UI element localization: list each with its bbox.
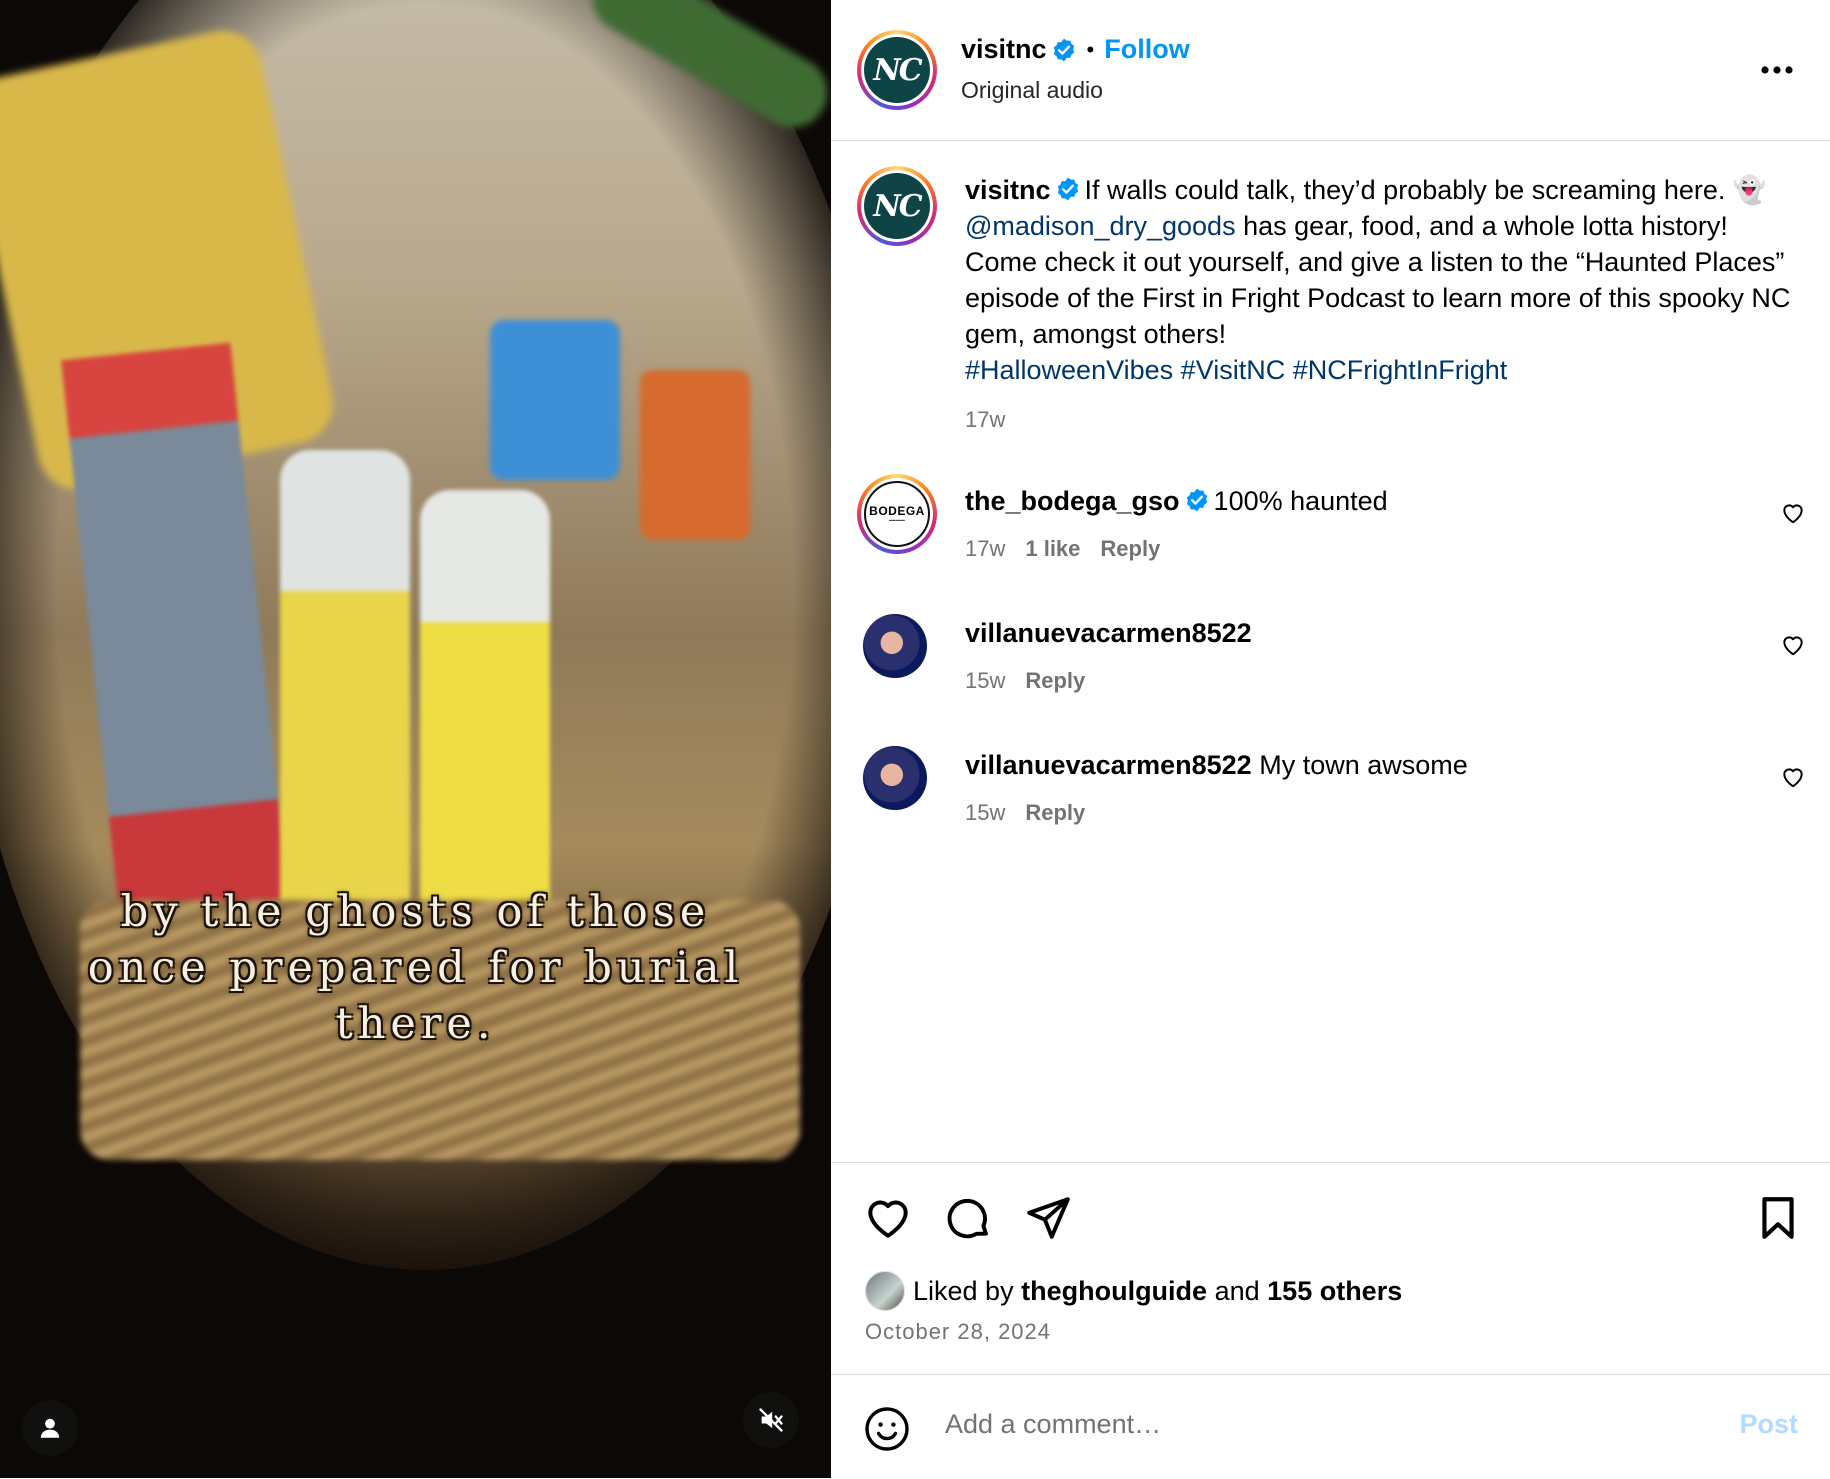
- hashtag-link[interactable]: #VisitNC: [1181, 355, 1286, 385]
- comment-likes[interactable]: 1 like: [1025, 536, 1080, 561]
- reel-video[interactable]: by the ghosts of those once prepared for…: [0, 0, 831, 1478]
- post-details-panel: NC visitnc • Follow Original audio NC vi…: [831, 0, 1830, 1478]
- comment-body: villanuevacarmen8522: [965, 616, 1252, 650]
- garland: [579, 0, 831, 141]
- tagged-users-button[interactable]: [22, 1400, 78, 1456]
- reply-button[interactable]: Reply: [1025, 800, 1085, 825]
- bottle-right: [420, 490, 550, 930]
- muted-speaker-icon: [759, 1408, 783, 1432]
- verified-badge-icon: [1053, 38, 1074, 61]
- audio-label[interactable]: Original audio: [961, 77, 1103, 104]
- liked-by-and: and: [1214, 1275, 1260, 1306]
- comment-body: the_bodega_gso 100% haunted: [965, 484, 1388, 518]
- user-icon: [40, 1418, 60, 1438]
- like-comment-heart-icon[interactable]: [1780, 764, 1806, 790]
- commenter-avatar[interactable]: [863, 746, 927, 810]
- comment-meta: 17w 1 like Reply: [965, 536, 1160, 562]
- others-count[interactable]: 155 others: [1267, 1276, 1402, 1307]
- visitnc-logo: NC: [864, 37, 930, 103]
- comment-body: villanuevacarmen8522 My town awsome: [965, 748, 1468, 782]
- share-send-icon[interactable]: [1023, 1193, 1073, 1243]
- post-header: NC visitnc • Follow Original audio: [831, 0, 1830, 141]
- mention-link[interactable]: @madison_dry_goods: [965, 211, 1236, 241]
- comment-timestamp[interactable]: 15w: [965, 800, 1005, 825]
- video-caption-line: by the ghosts of those: [120, 887, 711, 937]
- caption-text-start: If walls could talk, they’d probably be …: [1084, 175, 1733, 205]
- hashtag-link[interactable]: #NCFrightInFright: [1293, 355, 1508, 385]
- author-username[interactable]: visitnc: [961, 34, 1047, 65]
- hashtag-link[interactable]: #HalloweenVibes: [965, 355, 1173, 385]
- like-comment-heart-icon[interactable]: [1780, 500, 1806, 526]
- liked-by-prefix: Liked by: [913, 1275, 1014, 1306]
- liker-avatar: [865, 1271, 905, 1311]
- follow-button[interactable]: Follow: [1104, 34, 1189, 65]
- comment-bubble-icon[interactable]: [943, 1193, 993, 1243]
- video-caption-line: once prepared for burial: [87, 943, 744, 993]
- comment-text: My town awsome: [1259, 750, 1468, 780]
- video-caption-line: there.: [335, 999, 496, 1049]
- comment-timestamp[interactable]: 17w: [965, 536, 1005, 561]
- commenter-username[interactable]: villanuevacarmen8522: [965, 618, 1252, 648]
- more-options-icon: [1761, 66, 1793, 74]
- liker-username[interactable]: theghoulguide: [1021, 1276, 1207, 1307]
- comment-input[interactable]: Add a comment…: [945, 1409, 1161, 1440]
- emoji-smiley-icon[interactable]: [863, 1405, 911, 1453]
- commenter-avatar[interactable]: BODEGA ━━━━━: [857, 474, 937, 554]
- bottle-left: [280, 450, 410, 920]
- header-user-row: visitnc • Follow: [961, 34, 1190, 65]
- bookmark-save-icon[interactable]: [1753, 1193, 1803, 1243]
- likes-summary[interactable]: Liked by theghoulguide and 155 others: [865, 1271, 1402, 1311]
- verified-badge-icon: [1057, 177, 1078, 201]
- comment-text: 100% haunted: [1213, 486, 1388, 516]
- comment-composer: Add a comment… Post: [831, 1374, 1830, 1479]
- post-caption: visitnc If walls could talk, they’d proba…: [965, 172, 1805, 438]
- comment-meta: 15w Reply: [965, 668, 1085, 694]
- caption-username[interactable]: visitnc: [965, 175, 1051, 205]
- commenter-username[interactable]: the_bodega_gso: [965, 486, 1180, 516]
- comment-meta: 15w Reply: [965, 800, 1085, 826]
- orange-can: [640, 370, 750, 540]
- author-avatar[interactable]: NC: [857, 30, 937, 110]
- verified-badge-icon: [1186, 488, 1207, 512]
- post-comment-button[interactable]: Post: [1739, 1409, 1798, 1440]
- like-comment-heart-icon[interactable]: [1780, 632, 1806, 658]
- like-heart-icon[interactable]: [863, 1193, 913, 1243]
- more-options-button[interactable]: [1752, 50, 1802, 90]
- comment-timestamp[interactable]: 15w: [965, 668, 1005, 693]
- commenter-username[interactable]: villanuevacarmen8522: [965, 750, 1252, 780]
- reply-button[interactable]: Reply: [1100, 536, 1160, 561]
- bodega-logo: BODEGA ━━━━━: [864, 481, 930, 547]
- post-date[interactable]: October 28, 2024: [865, 1319, 1051, 1345]
- caption-author-avatar[interactable]: NC: [857, 166, 937, 246]
- caption-timestamp[interactable]: 17w: [965, 402, 1805, 438]
- bodega-logo-text: BODEGA: [869, 504, 925, 518]
- ghost-emoji: 👻: [1732, 175, 1767, 205]
- visitnc-logo: NC: [864, 173, 930, 239]
- blue-tin: [490, 320, 620, 480]
- commenter-avatar[interactable]: [863, 614, 927, 678]
- reply-button[interactable]: Reply: [1025, 668, 1085, 693]
- post-actions: Liked by theghoulguide and 155 others Oc…: [831, 1162, 1830, 1373]
- mute-toggle-button[interactable]: [743, 1392, 799, 1448]
- fisheye-video-frame: [0, 0, 831, 1270]
- header-separator: •: [1086, 36, 1095, 62]
